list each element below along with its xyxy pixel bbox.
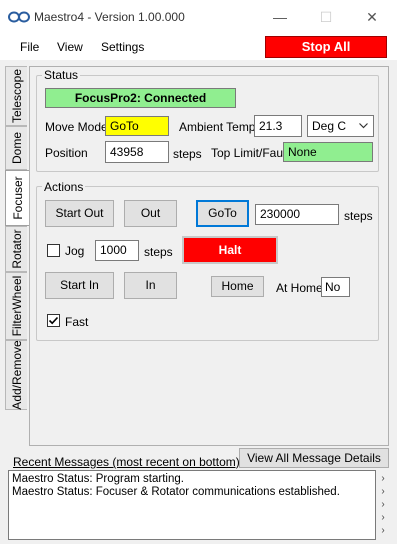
- temp-unit-value: Deg C: [312, 119, 347, 133]
- close-button[interactable]: ✕: [349, 6, 395, 28]
- view-all-messages-button[interactable]: View All Message Details: [239, 448, 389, 468]
- jog-label: Jog: [65, 244, 85, 258]
- home-button[interactable]: Home: [211, 276, 264, 297]
- menu-file[interactable]: File: [20, 40, 39, 54]
- temp-unit-select[interactable]: Deg C: [307, 115, 374, 137]
- ambient-temp-field: 21.3: [254, 115, 302, 137]
- start-out-button[interactable]: Start Out: [45, 200, 114, 227]
- fast-label: Fast: [65, 315, 89, 329]
- chevron-right-icon[interactable]: ›: [377, 486, 389, 498]
- status-group-label: Status: [42, 68, 81, 82]
- fast-checkbox[interactable]: [47, 314, 60, 327]
- menu-view[interactable]: View: [57, 40, 83, 54]
- goto-unit: steps: [344, 209, 373, 223]
- connection-status: FocusPro2: Connected: [45, 88, 236, 108]
- tab-focuser[interactable]: Focuser: [5, 170, 30, 226]
- chevron-right-icon[interactable]: ›: [377, 473, 389, 485]
- move-mode-field: GoTo: [105, 116, 169, 136]
- messages-list[interactable]: Maestro Status: Program starting. Maestr…: [8, 470, 376, 540]
- chevron-right-icon[interactable]: ›: [377, 512, 389, 524]
- position-label: Position: [45, 146, 88, 160]
- tab-dome[interactable]: Dome: [5, 126, 27, 170]
- message-line: Maestro Status: Focuser & Rotator commun…: [12, 486, 340, 498]
- halt-button[interactable]: Halt: [182, 236, 278, 264]
- checkmark-icon: [48, 316, 59, 325]
- position-unit: steps: [173, 147, 202, 161]
- chevron-down-icon: [359, 123, 368, 129]
- top-limit-field: None: [283, 142, 373, 162]
- message-line: Maestro Status: Program starting.: [12, 473, 184, 485]
- goto-button[interactable]: GoTo: [196, 200, 249, 227]
- stop-all-button[interactable]: Stop All: [265, 36, 387, 58]
- jog-steps-input[interactable]: 1000: [95, 240, 139, 261]
- tab-rotator[interactable]: Rotator: [5, 226, 27, 272]
- window-title: Maestro4 - Version 1.00.000: [34, 10, 185, 24]
- start-in-button[interactable]: Start In: [45, 272, 114, 299]
- recent-messages-label: Recent Messages (most recent on bottom): [13, 455, 240, 469]
- top-limit-label: Top Limit/Fault: [211, 146, 290, 160]
- tab-filterwheel[interactable]: FilterWheel: [5, 272, 27, 340]
- move-mode-label: Move Mode: [45, 120, 108, 134]
- chevron-right-icon[interactable]: ›: [377, 525, 389, 537]
- menu-settings[interactable]: Settings: [101, 40, 144, 54]
- jog-unit: steps: [144, 245, 173, 259]
- tab-add-remove[interactable]: Add/Remove: [5, 340, 27, 410]
- minimize-button[interactable]: —: [257, 6, 303, 28]
- out-button[interactable]: Out: [124, 200, 177, 227]
- position-field: 43958: [105, 141, 169, 163]
- ambient-temp-label: Ambient Temp: [179, 120, 256, 134]
- at-home-field: No: [321, 277, 350, 297]
- chevron-right-icon[interactable]: ›: [377, 499, 389, 511]
- jog-checkbox[interactable]: [47, 244, 60, 257]
- maximize-button[interactable]: ☐: [303, 6, 349, 28]
- tab-telescope[interactable]: Telescope: [5, 66, 27, 126]
- app-logo-icon: [8, 11, 30, 23]
- goto-input[interactable]: 230000: [255, 204, 339, 225]
- in-button[interactable]: In: [124, 272, 177, 299]
- at-home-label: At Home: [276, 281, 323, 295]
- actions-group-label: Actions: [42, 180, 86, 194]
